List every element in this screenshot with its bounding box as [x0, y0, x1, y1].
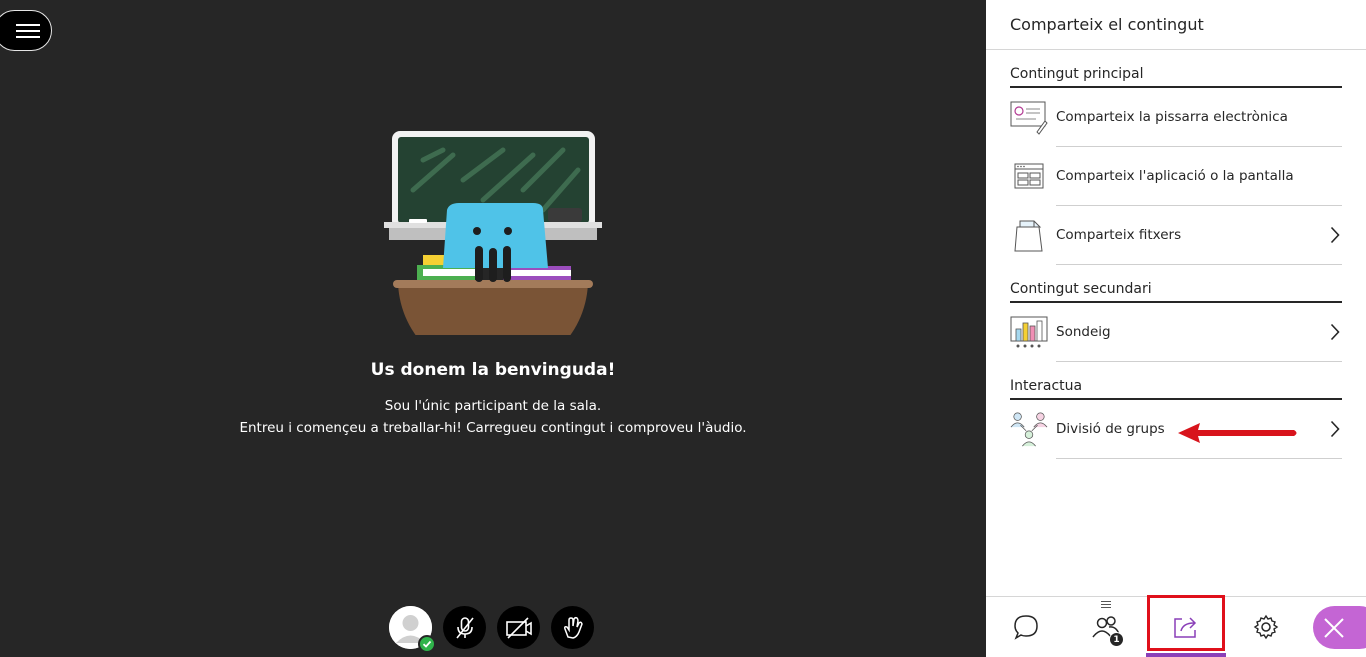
raise-hand-button[interactable] [551, 606, 594, 649]
poll-icon [1010, 313, 1048, 351]
chevron-right-icon [1330, 420, 1340, 438]
share-screen-item[interactable]: Comparteix l'aplicació o la pantalla [1014, 147, 1342, 206]
avatar[interactable] [389, 606, 436, 653]
chevron-right-icon [1330, 226, 1340, 244]
chevron-right-icon [1330, 323, 1340, 341]
panel-body: Contingut principal Comparteix la pissar… [986, 50, 1366, 459]
files-icon [1010, 216, 1048, 254]
section-title-interact: Interactua [1010, 362, 1342, 400]
menu-icon-bar [16, 35, 40, 38]
share-whiteboard-label: Comparteix la pissarra electrònica [1056, 109, 1288, 125]
hand-icon [563, 616, 583, 639]
panel-header: Comparteix el contingut [986, 0, 1366, 50]
attendees-button[interactable]: 1 [1086, 597, 1126, 657]
whiteboard-icon [1010, 98, 1048, 136]
panel-bottom-nav: 1 [986, 595, 1366, 657]
breakout-groups-label: Divisió de grups [1056, 421, 1165, 437]
chat-icon [1014, 615, 1038, 640]
panel-title: Comparteix el contingut [1010, 15, 1204, 34]
menu-button[interactable] [0, 10, 52, 51]
menu-icon-bar [16, 29, 40, 32]
welcome-title: Us donem la benvinguda! [370, 360, 616, 380]
share-files-label: Comparteix fitxers [1056, 227, 1182, 243]
share-screen-label: Comparteix l'aplicació o la pantalla [1056, 168, 1294, 184]
section-title-main: Contingut principal [1010, 50, 1342, 88]
close-panel-button[interactable] [1313, 606, 1366, 649]
share-active-indicator [1146, 653, 1226, 657]
groups-icon [1010, 410, 1048, 448]
welcome-instructions: Entreu i començeu a treballar-hi! Carreg… [239, 420, 747, 436]
settings-button[interactable] [1246, 597, 1286, 657]
poll-item[interactable]: Sondeig [1010, 303, 1342, 362]
session-controls [389, 606, 594, 653]
close-icon [1324, 617, 1344, 638]
classroom-illustration [384, 131, 602, 335]
main-stage: Us donem la benvinguda! Sou l'únic parti… [0, 0, 986, 657]
camera-button[interactable] [497, 606, 540, 649]
share-files-item[interactable]: Comparteix fitxers [1014, 206, 1342, 265]
gear-icon [1253, 614, 1279, 640]
share-button-highlight [1147, 595, 1225, 651]
check-icon [418, 635, 436, 653]
poll-label: Sondeig [1056, 324, 1111, 340]
menu-icon [16, 23, 40, 26]
camera-off-icon [505, 616, 532, 639]
mic-off-icon [455, 616, 474, 638]
annotation-arrow [1178, 423, 1297, 443]
section-title-secondary: Contingut secundari [1010, 265, 1342, 303]
chat-button[interactable] [1006, 597, 1046, 657]
microphone-button[interactable] [443, 606, 486, 649]
attendee-count-badge: 1 [1109, 632, 1124, 647]
share-whiteboard-item[interactable]: Comparteix la pissarra electrònica [1010, 88, 1342, 147]
welcome-subtitle: Sou l'únic participant de la sala. [384, 398, 602, 414]
screen-icon [1010, 157, 1048, 195]
share-content-panel: Comparteix el contingut Contingut princi… [986, 0, 1366, 657]
